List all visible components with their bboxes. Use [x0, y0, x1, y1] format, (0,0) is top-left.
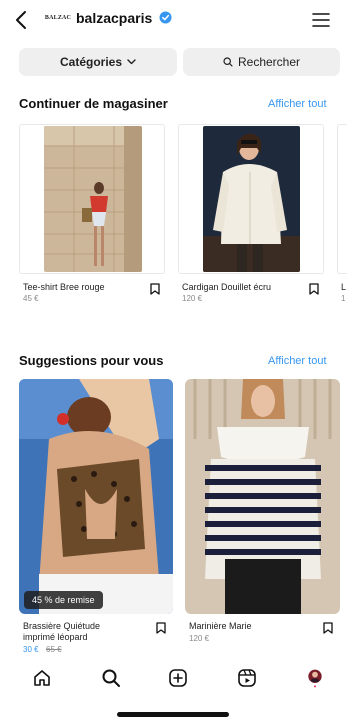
brand-name[interactable]: balzacparis: [76, 10, 152, 26]
product-image-cardigan[interactable]: [203, 126, 300, 272]
search-icon: [223, 57, 233, 67]
product-name[interactable]: Brassière Quiétude: [23, 621, 100, 631]
menu-icon[interactable]: [312, 13, 330, 27]
product-image-tee-shirt[interactable]: [44, 126, 142, 272]
product-price: 120 €: [182, 294, 203, 303]
categories-button[interactable]: Catégories: [19, 48, 177, 76]
product-image-brassiere[interactable]: [19, 379, 173, 614]
product-name[interactable]: L: [341, 282, 346, 292]
sale-price: 30 €: [23, 645, 39, 654]
profile-avatar[interactable]: [305, 668, 325, 688]
product-name-line2[interactable]: imprimé léopard: [23, 632, 88, 642]
back-chevron-icon[interactable]: [14, 10, 28, 30]
bookmark-icon[interactable]: [150, 283, 160, 295]
reels-icon[interactable]: [237, 668, 257, 688]
continue-shopping-title: Continuer de magasiner: [19, 96, 168, 111]
search-label: Rechercher: [237, 55, 301, 69]
product-name[interactable]: Tee-shirt Bree rouge: [23, 282, 105, 292]
chevron-down-icon: [127, 59, 136, 65]
brand-logo[interactable]: BALZAC: [45, 11, 71, 25]
product-price: 1: [341, 294, 346, 303]
discount-badge: 45 % de remise: [24, 591, 103, 609]
product-price: 120 €: [189, 634, 210, 643]
suggestions-see-all-link[interactable]: Afficher tout: [268, 355, 327, 367]
home-indicator: [117, 712, 229, 717]
suggestions-title: Suggestions pour vous: [19, 353, 164, 368]
verified-badge-icon: [159, 11, 172, 24]
product-card-partial[interactable]: [337, 124, 347, 274]
create-post-icon[interactable]: [168, 668, 188, 688]
product-name[interactable]: Marinière Marie: [189, 621, 252, 631]
search-icon[interactable]: [101, 668, 121, 688]
product-name[interactable]: Cardigan Douillet écru: [182, 282, 271, 292]
header: BALZAC balzacparis: [0, 0, 347, 40]
categories-label: Catégories: [59, 55, 123, 69]
bookmark-icon[interactable]: [323, 622, 333, 634]
search-button[interactable]: Rechercher: [183, 48, 340, 76]
continue-see-all-link[interactable]: Afficher tout: [268, 98, 327, 110]
home-icon[interactable]: [32, 668, 52, 688]
product-image-mariniere[interactable]: [185, 379, 340, 614]
product-price: 45 €: [23, 294, 39, 303]
bottom-nav: [0, 660, 347, 696]
original-price: 65 €: [46, 645, 62, 654]
bookmark-icon[interactable]: [156, 622, 166, 634]
bookmark-icon[interactable]: [309, 283, 319, 295]
